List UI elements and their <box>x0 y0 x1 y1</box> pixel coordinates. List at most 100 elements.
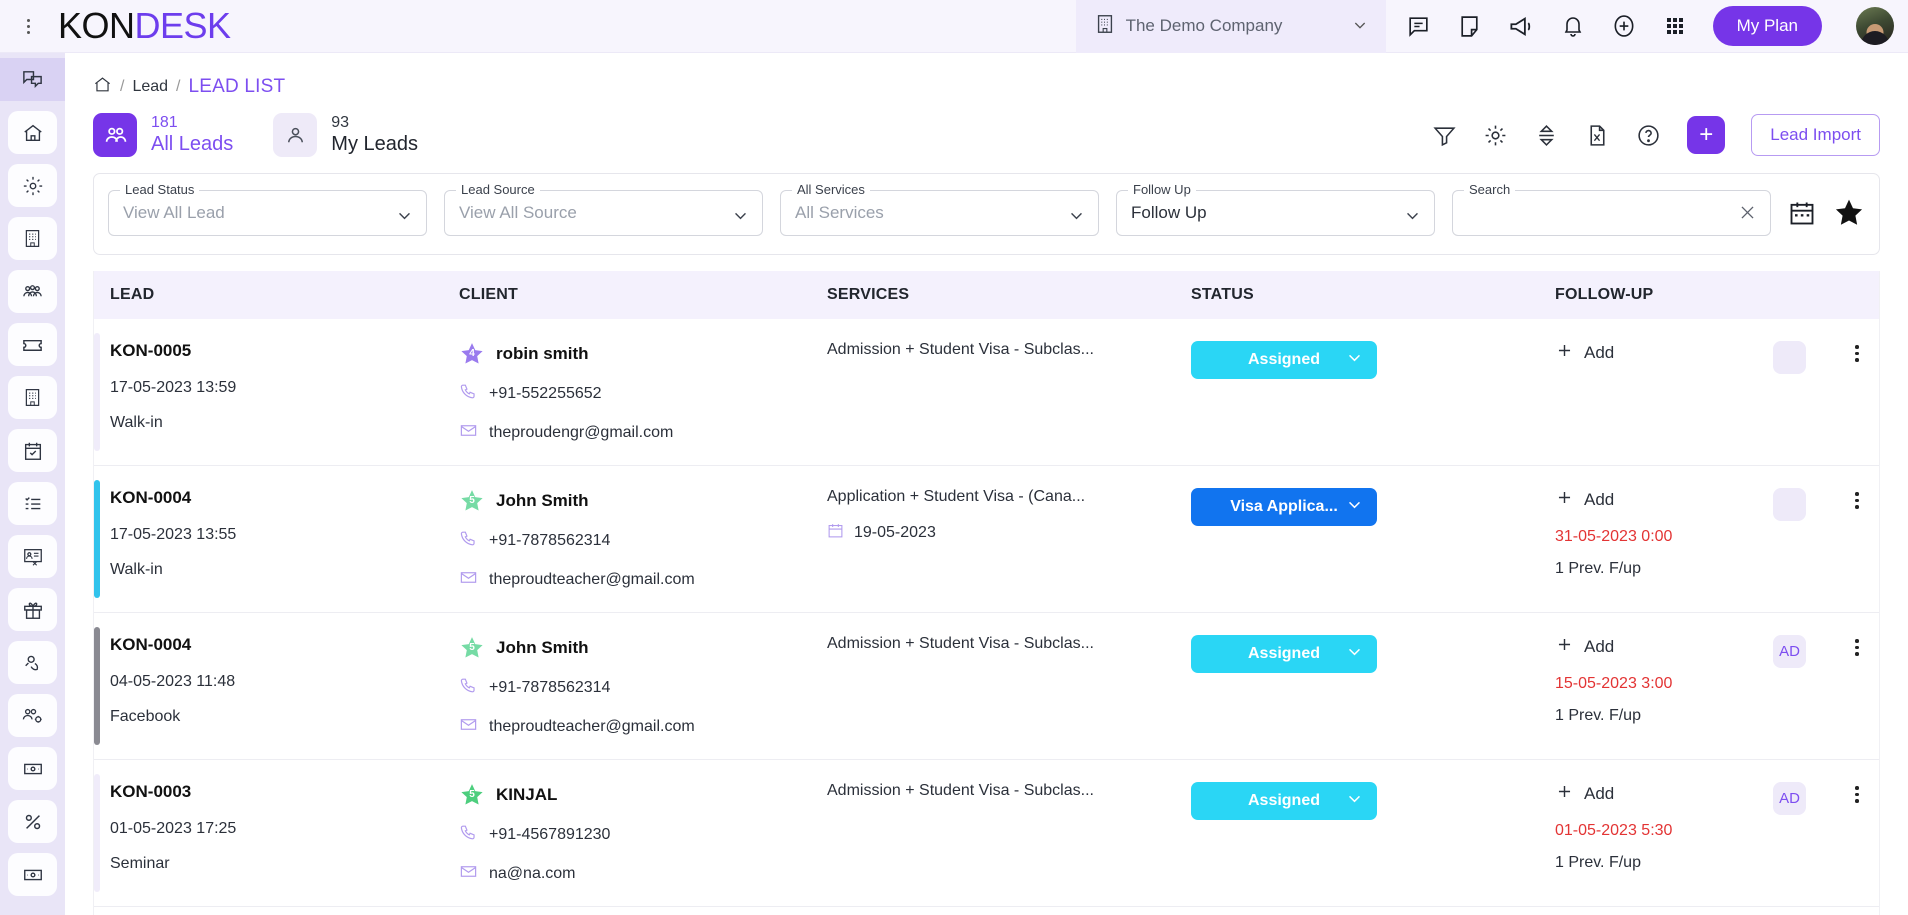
followup-due-date: 01-05-2023 5:30 <box>1555 822 1773 840</box>
lead-source: Seminar <box>110 855 459 873</box>
stat-all-leads[interactable]: 181 All Leads <box>93 113 233 157</box>
add-followup-button[interactable]: Add <box>1555 782 1773 806</box>
all-leads-label: All Leads <box>151 132 233 156</box>
client-name[interactable]: robin smith <box>496 344 589 364</box>
sidebar-item-tickets[interactable] <box>8 323 57 366</box>
bell-icon[interactable] <box>1561 14 1585 38</box>
excel-export-icon[interactable] <box>1585 123 1610 148</box>
lead-source: Walk-in <box>110 414 459 432</box>
sidebar-item-appointments[interactable] <box>8 429 57 472</box>
sidebar-item-branches[interactable] <box>8 376 57 419</box>
chat-icon[interactable] <box>1406 14 1431 39</box>
sidebar-item-payments[interactable] <box>8 747 57 790</box>
all-leads-count: 181 <box>151 114 233 132</box>
add-lead-button[interactable]: + <box>1687 116 1725 154</box>
followup-prev-count: 1 Prev. F/up <box>1555 707 1773 725</box>
plus-icon <box>1555 341 1574 365</box>
lead-id[interactable]: KON-0004 <box>110 488 459 508</box>
assignee-avatar[interactable] <box>1773 341 1806 374</box>
status-dropdown[interactable]: Assigned <box>1191 341 1377 379</box>
filter-icon[interactable] <box>1432 123 1457 148</box>
row-menu-button[interactable] <box>1835 488 1879 509</box>
home-icon[interactable] <box>93 75 112 99</box>
rating-value: 5 <box>469 642 475 653</box>
client-name[interactable]: John Smith <box>496 491 589 511</box>
sidebar-item-chat[interactable] <box>0 58 65 101</box>
my-plan-button[interactable]: My Plan <box>1713 6 1822 46</box>
service-name: Application + Student Visa - (Cana... <box>827 488 1191 506</box>
client-name[interactable]: John Smith <box>496 638 589 658</box>
breadcrumb-lead[interactable]: Lead <box>132 78 168 96</box>
close-icon[interactable] <box>1738 203 1757 228</box>
sidebar-item-company[interactable] <box>8 217 57 260</box>
favorite-star-icon[interactable] <box>1833 197 1865 229</box>
sidebar-item-user-settings[interactable] <box>8 694 57 737</box>
lead-import-button[interactable]: Lead Import <box>1751 114 1880 156</box>
follow-up-field: Follow Up Follow Up <box>1116 190 1435 236</box>
sidebar-item-user-search[interactable] <box>8 641 57 684</box>
row-menu-button[interactable] <box>1835 635 1879 656</box>
assignee-avatar[interactable] <box>1773 488 1806 521</box>
header-services: SERVICES <box>827 286 1191 304</box>
note-icon[interactable] <box>1457 14 1482 39</box>
sidebar-item-tasks[interactable] <box>8 482 57 525</box>
table-row[interactable]: KON-000301-05-2023 17:25Seminar5KINJAL+9… <box>94 760 1879 907</box>
client-email: theproudteacher@gmail.com <box>489 571 695 589</box>
sidebar-item-accounts[interactable] <box>8 853 57 896</box>
sidebar-item-home[interactable] <box>8 111 57 154</box>
status-dropdown[interactable]: Assigned <box>1191 782 1377 820</box>
status-label: Assigned <box>1248 645 1320 663</box>
sort-icon[interactable] <box>1534 123 1559 148</box>
row-menu-button[interactable] <box>1835 341 1879 362</box>
megaphone-icon[interactable] <box>1508 13 1535 40</box>
add-followup-button[interactable]: Add <box>1555 635 1773 659</box>
sidebar-item-teams[interactable] <box>8 270 57 313</box>
cell-lead: KON-000417-05-2023 13:55Walk-in <box>94 488 459 592</box>
sidebar-item-settings[interactable] <box>8 164 57 207</box>
cell-followup: Add15-05-2023 3:001 Prev. F/up <box>1555 635 1773 739</box>
stat-my-leads[interactable]: 93 My Leads <box>273 113 418 157</box>
client-name[interactable]: KINJAL <box>496 785 557 805</box>
search-field: Search <box>1452 190 1771 236</box>
chevron-down-icon[interactable] <box>1352 17 1368 36</box>
kondesk-logo[interactable]: KONDESK <box>58 5 231 47</box>
sidebar-item-discounts[interactable] <box>8 800 57 843</box>
plus-icon <box>1555 488 1574 512</box>
assignee-avatar[interactable]: AD <box>1773 635 1806 668</box>
gear-icon[interactable] <box>1483 123 1508 148</box>
row-accent-bar <box>94 627 100 745</box>
row-accent-bar <box>94 333 100 451</box>
company-selector[interactable]: The Demo Company <box>1076 0 1386 53</box>
table-row[interactable]: KON-000417-05-2023 13:55Walk-in5John Smi… <box>94 466 1879 613</box>
user-avatar[interactable] <box>1856 7 1894 45</box>
lead-id[interactable]: KON-0004 <box>110 635 459 655</box>
cell-menu <box>1835 341 1879 445</box>
plus-circle-icon[interactable] <box>1611 13 1637 39</box>
breadcrumb: / Lead / LEAD LIST <box>65 53 1908 107</box>
help-icon[interactable] <box>1636 123 1661 148</box>
client-name-line: 5 John Smith <box>459 635 827 661</box>
add-followup-button[interactable]: Add <box>1555 488 1773 512</box>
row-menu-button[interactable] <box>1835 782 1879 803</box>
stats-row: 181 All Leads 93 My Leads <box>65 107 1908 157</box>
status-dropdown[interactable]: Visa Applica... <box>1191 488 1377 526</box>
sidebar-item-rewards[interactable] <box>8 588 57 631</box>
assignee-avatar[interactable]: AD <box>1773 782 1806 815</box>
status-dropdown[interactable]: Assigned <box>1191 635 1377 673</box>
sidebar-item-training[interactable] <box>8 535 57 578</box>
lead-id[interactable]: KON-0005 <box>110 341 459 361</box>
lead-id[interactable]: KON-0003 <box>110 782 459 802</box>
mail-icon <box>459 568 478 592</box>
calendar-icon[interactable] <box>1788 199 1816 227</box>
followup-prev-count: 1 Prev. F/up <box>1555 560 1773 578</box>
my-leads-icon <box>273 113 317 157</box>
client-phone: +91-552255652 <box>489 385 602 403</box>
client-email-line: theproudteacher@gmail.com <box>459 715 827 739</box>
grid-icon[interactable] <box>1663 14 1687 38</box>
add-followup-button[interactable]: Add <box>1555 341 1773 365</box>
table-row[interactable]: KON-000517-05-2023 13:59Walk-in4robin sm… <box>94 319 1879 466</box>
cell-assignee <box>1773 341 1835 445</box>
table-row[interactable]: KON-000404-05-2023 11:48Facebook5John Sm… <box>94 613 1879 760</box>
app-menu-button[interactable] <box>8 19 48 34</box>
client-email: theproudengr@gmail.com <box>489 424 673 442</box>
